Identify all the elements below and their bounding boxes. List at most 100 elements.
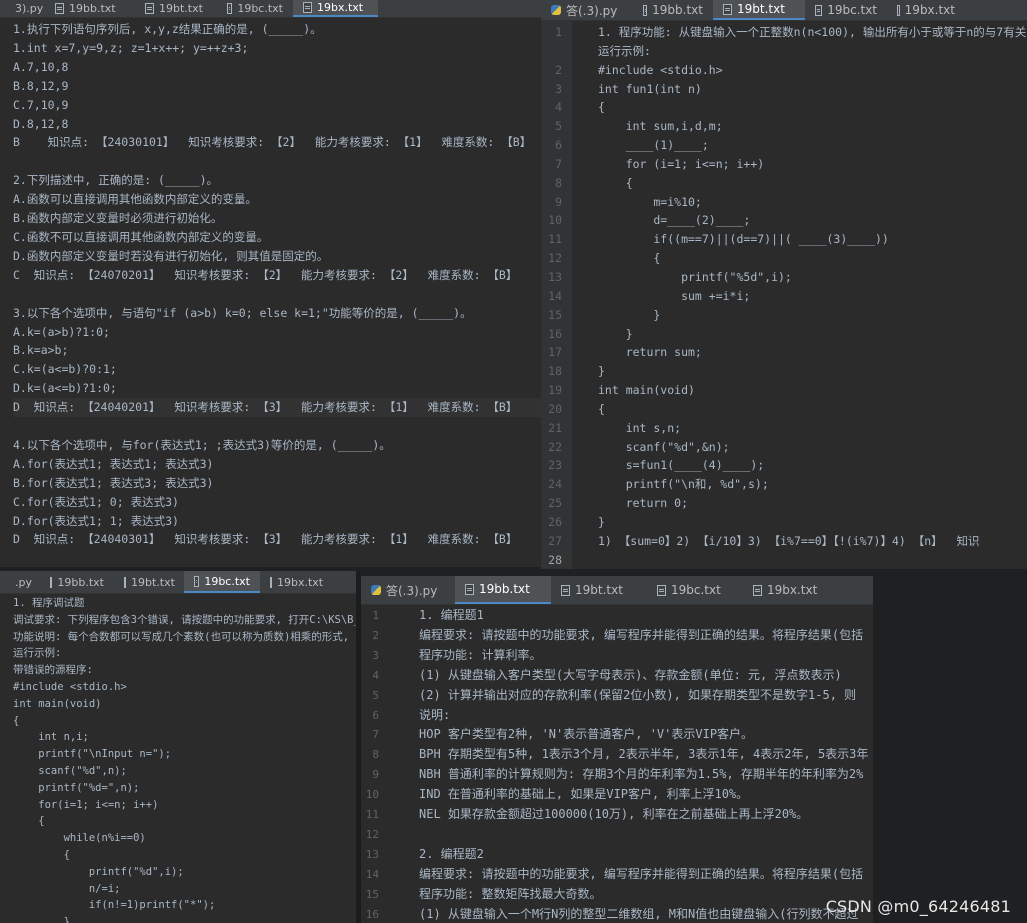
tab-3-py[interactable]: 答(.3).py <box>541 0 633 20</box>
tab-label: 19bt.txt <box>575 583 623 597</box>
tab-19bx-txt[interactable]: 19bx.txt <box>743 576 835 604</box>
text-line: int fun1(int n) <box>598 81 702 96</box>
text-line: int main(void) <box>13 697 102 710</box>
tab-label: 19bc.txt <box>827 3 877 17</box>
tab-19bc-txt[interactable]: 19bc.txt <box>217 0 293 17</box>
tab-label: 19bb.txt <box>69 2 116 15</box>
text-line: 1.执行下列语句序列后, x,y,z结果正确的是, (_____)。 <box>13 22 322 36</box>
tab-label: 19bt.txt <box>159 2 203 15</box>
text-line: B 知识点: 【24030101】 知识考核要求: 【2】 能力考核要求: 【1… <box>13 135 532 150</box>
line-number: 14 <box>548 288 562 303</box>
tab-bar: 3).py 19bb.txt 19bt.txt 19bc.txt 19bx.txt <box>0 0 541 18</box>
text-file-icon <box>723 3 732 15</box>
text-line: D.k=(a<=b)?1:0; <box>13 381 117 396</box>
tab-label: 19bb.txt <box>57 575 104 589</box>
text-file-icon <box>561 584 570 596</box>
line-number: 15 <box>365 887 379 901</box>
text-line: 编程要求: 请按题中的功能要求, 编写程序并能得到正确的结果。将程序结果(包括 <box>419 627 864 642</box>
python-file-icon <box>551 5 561 15</box>
tab-19bc-txt[interactable]: 19bc.txt <box>184 571 260 593</box>
line-number: 15 <box>548 307 562 322</box>
text-line: for (i=1; i<=n; i++) <box>598 156 765 171</box>
text-line: printf("%d=",n); <box>13 781 140 794</box>
text-file-icon <box>465 583 474 595</box>
tab-19bt-txt[interactable]: 19bt.txt <box>114 571 184 593</box>
text-line: IND 在普通利率的基础上, 如果是VIP客户, 利率上浮10%。 <box>419 787 749 802</box>
text-line: int n,i; <box>13 731 89 744</box>
text-line: return 0; <box>598 496 689 511</box>
tab-19bc-txt[interactable]: 19bc.txt <box>647 576 743 604</box>
line-number: 2 <box>372 628 379 642</box>
text-line: sum +=i*i; <box>598 288 751 303</box>
tab-19bb-txt[interactable]: 19bb.txt <box>633 0 713 20</box>
tab-label: 19bc.txt <box>671 583 721 597</box>
line-number: 28 <box>548 552 562 567</box>
tab-19bb-txt[interactable]: 19bb.txt <box>45 0 135 17</box>
tab-3-py[interactable]: 答(.3).py <box>361 576 455 604</box>
text-line: printf("\nInput n="); <box>13 748 172 761</box>
line-number: 16 <box>548 326 562 341</box>
text-line: B.for(表达式1; 表达式3; 表达式3) <box>13 475 214 490</box>
text-file-icon <box>897 4 900 16</box>
tab-bar: 答(.3).py 19bb.txt 19bt.txt 19bc.txt 19bx.txt <box>361 576 873 605</box>
text-line: 1. 程序功能: 从键盘输入一个正整数n(n<100), 输出所有小于或等于n的… <box>598 25 1027 39</box>
editor-pane-bottom-right: 答(.3).py 19bb.txt 19bt.txt 19bc.txt 19bx.txt… <box>361 576 873 923</box>
text-line <box>13 152 541 171</box>
text-line: C.k=(a<=b)?0:1; <box>13 362 117 377</box>
tab-19bb-txt[interactable]: 19bb.txt <box>455 576 551 604</box>
line-number: 12 <box>548 251 562 266</box>
tab-label: 19bx.txt <box>767 583 818 597</box>
tab-label: 19bb.txt <box>479 582 530 596</box>
text-line: 3.以下各个选项中, 与语句"if (a>b) k=0; else k=1;"功… <box>13 305 472 320</box>
text-line: if(n!=1)printf("*"); <box>13 899 216 912</box>
line-number: 3 <box>372 648 379 662</box>
line-number: 11 <box>548 232 562 247</box>
text-lines: 1. 编程题1 编程要求: 请按题中的功能要求, 编写程序并能得到正确的结果。将程… <box>387 606 873 923</box>
tab-19bx-txt[interactable]: 19bx.txt <box>293 0 378 17</box>
tab-3-py[interactable]: 3).py <box>0 0 45 17</box>
text-line: A.函数可以直接调用其他函数内部定义的变量。 <box>13 192 257 207</box>
text-line: 运行示例: <box>598 43 651 58</box>
text-file-icon <box>124 576 126 588</box>
text-line: int s,n; <box>598 420 682 435</box>
line-number: 13 <box>548 269 562 284</box>
line-number: 5 <box>555 119 562 134</box>
editor-text-area[interactable]: 1 2 3 4 5 6 7 8 9 10 11 12 13 14 15 16 1. 编程题1 编程要求: 请按题… <box>361 605 873 923</box>
tab-19bx-txt[interactable]: 19bx.txt <box>887 0 965 20</box>
text-line: 带错误的源程序: <box>13 664 93 677</box>
line-number: 2 <box>555 62 562 77</box>
tab-19bb-txt[interactable]: 19bb.txt <box>40 571 114 593</box>
tab-19bt-txt[interactable]: 19bt.txt <box>135 0 217 17</box>
pane-divider[interactable] <box>873 569 1027 923</box>
line-number: 5 <box>372 688 379 702</box>
tab-19bt-txt[interactable]: 19bt.txt <box>551 576 647 604</box>
text-line <box>13 549 541 567</box>
line-number: 21 <box>548 420 562 435</box>
line-number: 22 <box>548 439 562 454</box>
text-line: 运行示例: <box>13 647 62 660</box>
text-line: B.函数内部定义变量时必须进行初始化。 <box>13 211 223 226</box>
text-line: C.for(表达式1; 0; 表达式3) <box>13 494 179 509</box>
text-line: C.7,10,9 <box>13 97 69 112</box>
line-number: 20 <box>548 401 562 416</box>
line-number: 4 <box>555 100 562 115</box>
text-line: 1. 程序调试题 <box>13 597 85 609</box>
tab-19bt-txt[interactable]: 19bt.txt <box>713 0 805 20</box>
text-line: n/=i; <box>13 882 121 895</box>
text-line: A.7,10,8 <box>13 59 69 74</box>
tab-py[interactable]: .py <box>0 571 40 593</box>
text-line: ____(1)____; <box>598 138 709 153</box>
text-file-icon <box>643 4 648 16</box>
tab-label: 19bc.txt <box>204 574 250 588</box>
editor-text-area[interactable]: 1. 程序调试题 调试要求: 下列程序包含3个错误, 请按题中的功能要求, 打开C… <box>0 594 356 923</box>
text-file-icon <box>55 3 64 14</box>
tab-19bx-txt[interactable]: 19bx.txt <box>260 571 328 593</box>
editor-text-area[interactable]: 1 2 3 4 5 6 7 8 9 10 11 12 13 14 15 16 17 18 19 20 21 22 23 24… <box>541 21 1027 569</box>
tab-19bc-txt[interactable]: 19bc.txt <box>805 0 887 20</box>
editor-text-area[interactable]: 1.执行下列语句序列后, x,y,z结果正确的是, (_____)。 1.int … <box>0 18 541 567</box>
line-number: 16 <box>365 907 379 921</box>
pane-divider[interactable] <box>356 571 361 923</box>
tab-label: 3).py <box>15 2 44 15</box>
text-line: BPH 存期类型有5种, 1表示3个月, 2表示半年, 3表示1年, 4表示2年… <box>419 747 869 762</box>
text-line: } <box>598 514 605 529</box>
